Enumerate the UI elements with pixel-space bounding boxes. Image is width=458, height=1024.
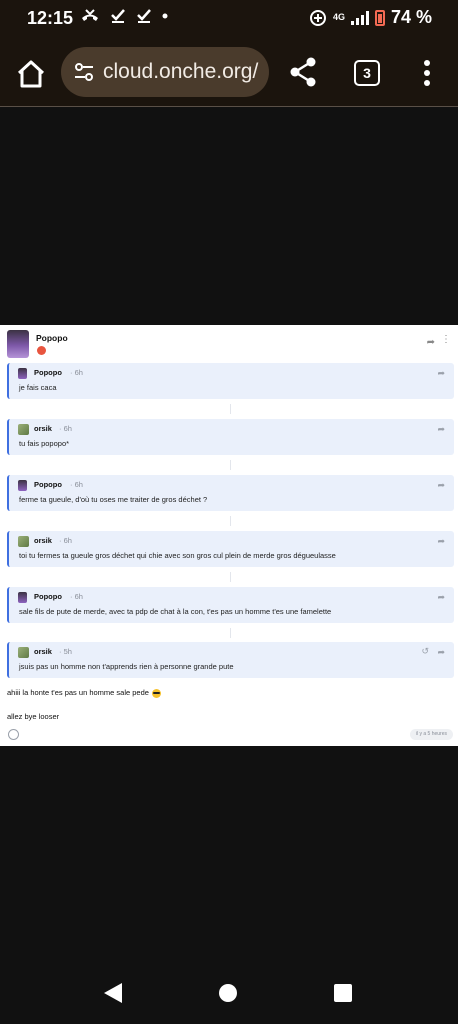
share-arrow-icon[interactable]: ➦ — [437, 536, 445, 547]
recents-icon[interactable] — [334, 984, 352, 1002]
data-saver-icon — [309, 9, 326, 26]
reply-author[interactable]: orsik — [34, 647, 52, 656]
check-icon — [111, 9, 125, 23]
share-arrow-icon[interactable]: ➦ — [437, 647, 445, 658]
quoted-reply[interactable]: Popopo · 6h ferme ta gueule, d'où tu oses … — [7, 475, 454, 511]
reply-author[interactable]: Popopo — [34, 368, 62, 377]
reply-text: ferme ta gueule, d'où tu oses me traiter… — [19, 495, 208, 504]
share-arrow-icon[interactable]: ➦ — [437, 424, 445, 435]
reply-text: sale fils de pute de merde, avec ta pdp … — [19, 607, 332, 616]
share-arrow-icon[interactable]: ➦ — [437, 592, 445, 603]
status-bar: 12:15 4G 74 % — [0, 0, 458, 40]
navigation-bar — [0, 960, 458, 1024]
message-line: ahiii la honte t'es pas un homme sale pe… — [7, 688, 161, 698]
thread-separator — [230, 404, 231, 414]
author-name[interactable]: Popopo — [36, 333, 68, 343]
reply-text: jsuis pas un homme non t'apprends rien à… — [19, 662, 234, 671]
reply-author[interactable]: Popopo — [34, 592, 62, 601]
avatar[interactable] — [18, 424, 29, 435]
reply-time: · 5h — [59, 647, 72, 656]
avatar[interactable] — [18, 536, 29, 547]
avatar[interactable] — [7, 330, 29, 358]
post-card: Popopo ➦ ⋮ Popopo · 6h je fais caca ➦ orsik ·… — [0, 325, 458, 746]
url-text[interactable]: cloud.onche.org/ — [103, 60, 258, 84]
share-icon[interactable] — [289, 57, 317, 87]
quoted-reply[interactable]: Popopo · 6h sale fils de pute de merde, av… — [7, 587, 454, 623]
home-nav-icon[interactable] — [219, 984, 237, 1002]
reply-author[interactable]: orsik — [34, 536, 52, 545]
sunglasses-emoji-icon — [151, 688, 161, 698]
reply-time: · 6h — [59, 536, 72, 545]
thread-separator — [230, 628, 231, 638]
avatar[interactable] — [18, 647, 29, 658]
status-time: 12:15 — [27, 8, 74, 28]
missed-call-icon — [82, 9, 98, 21]
home-icon[interactable] — [15, 58, 47, 90]
share-arrow-icon[interactable]: ➦ — [427, 337, 435, 348]
notification-icons — [80, 8, 168, 24]
reply-time: · 6h — [70, 368, 83, 377]
thread-separator — [230, 572, 231, 582]
address-bar[interactable]: cloud.onche.org/ — [61, 47, 269, 97]
network-type: 4G — [332, 12, 345, 22]
reply-time: · 6h — [70, 480, 83, 489]
share-arrow-icon[interactable]: ➦ — [437, 480, 445, 491]
quoted-reply[interactable]: orsik · 6h tu fais popopo* ➦ — [7, 419, 454, 455]
browser-toolbar: cloud.onche.org/ 3 — [0, 40, 458, 107]
thread-separator — [230, 516, 231, 526]
reply-text: je fais caca — [19, 383, 57, 392]
share-arrow-icon[interactable]: ➦ — [437, 368, 445, 379]
status-right: 4G 74 % — [309, 7, 432, 28]
avatar[interactable] — [18, 592, 27, 603]
reply-text: tu fais popopo* — [19, 439, 70, 448]
signal-icon — [350, 10, 369, 25]
timestamp-badge: il y a 5 heures — [409, 729, 453, 740]
reply-time: · 6h — [70, 592, 83, 601]
post-header: Popopo ➦ ⋮ — [7, 330, 451, 360]
avatar[interactable] — [18, 480, 27, 491]
avatar[interactable] — [18, 368, 27, 379]
battery-icon — [374, 9, 385, 26]
history-icon[interactable]: ↺ — [421, 646, 429, 657]
tab-switcher-button[interactable]: 3 — [354, 60, 380, 86]
message-line: allez bye looser — [7, 712, 60, 721]
add-reaction-icon[interactable] — [8, 729, 19, 740]
thread-separator — [230, 460, 231, 470]
reply-text: toi tu fermes ta gueule gros déchet qui … — [19, 551, 336, 560]
back-icon[interactable] — [103, 982, 123, 1004]
site-settings-icon[interactable] — [73, 61, 95, 83]
quoted-reply[interactable]: orsik · 5h jsuis pas un homme non t'appren… — [7, 642, 454, 678]
more-menu-icon[interactable] — [421, 58, 433, 88]
reply-author[interactable]: orsik — [34, 424, 52, 433]
quoted-reply[interactable]: Popopo · 6h je fais caca ➦ — [7, 363, 454, 399]
quoted-reply[interactable]: orsik · 6h toi tu fermes ta gueule gros dé… — [7, 531, 454, 567]
reply-author[interactable]: Popopo — [34, 480, 62, 489]
reply-time: · 6h — [59, 424, 72, 433]
badge-icon — [37, 346, 46, 355]
battery-level: 74 % — [390, 7, 432, 27]
check-icon — [137, 9, 151, 23]
more-vertical-icon[interactable]: ⋮ — [441, 334, 451, 345]
dot-icon — [162, 13, 168, 19]
